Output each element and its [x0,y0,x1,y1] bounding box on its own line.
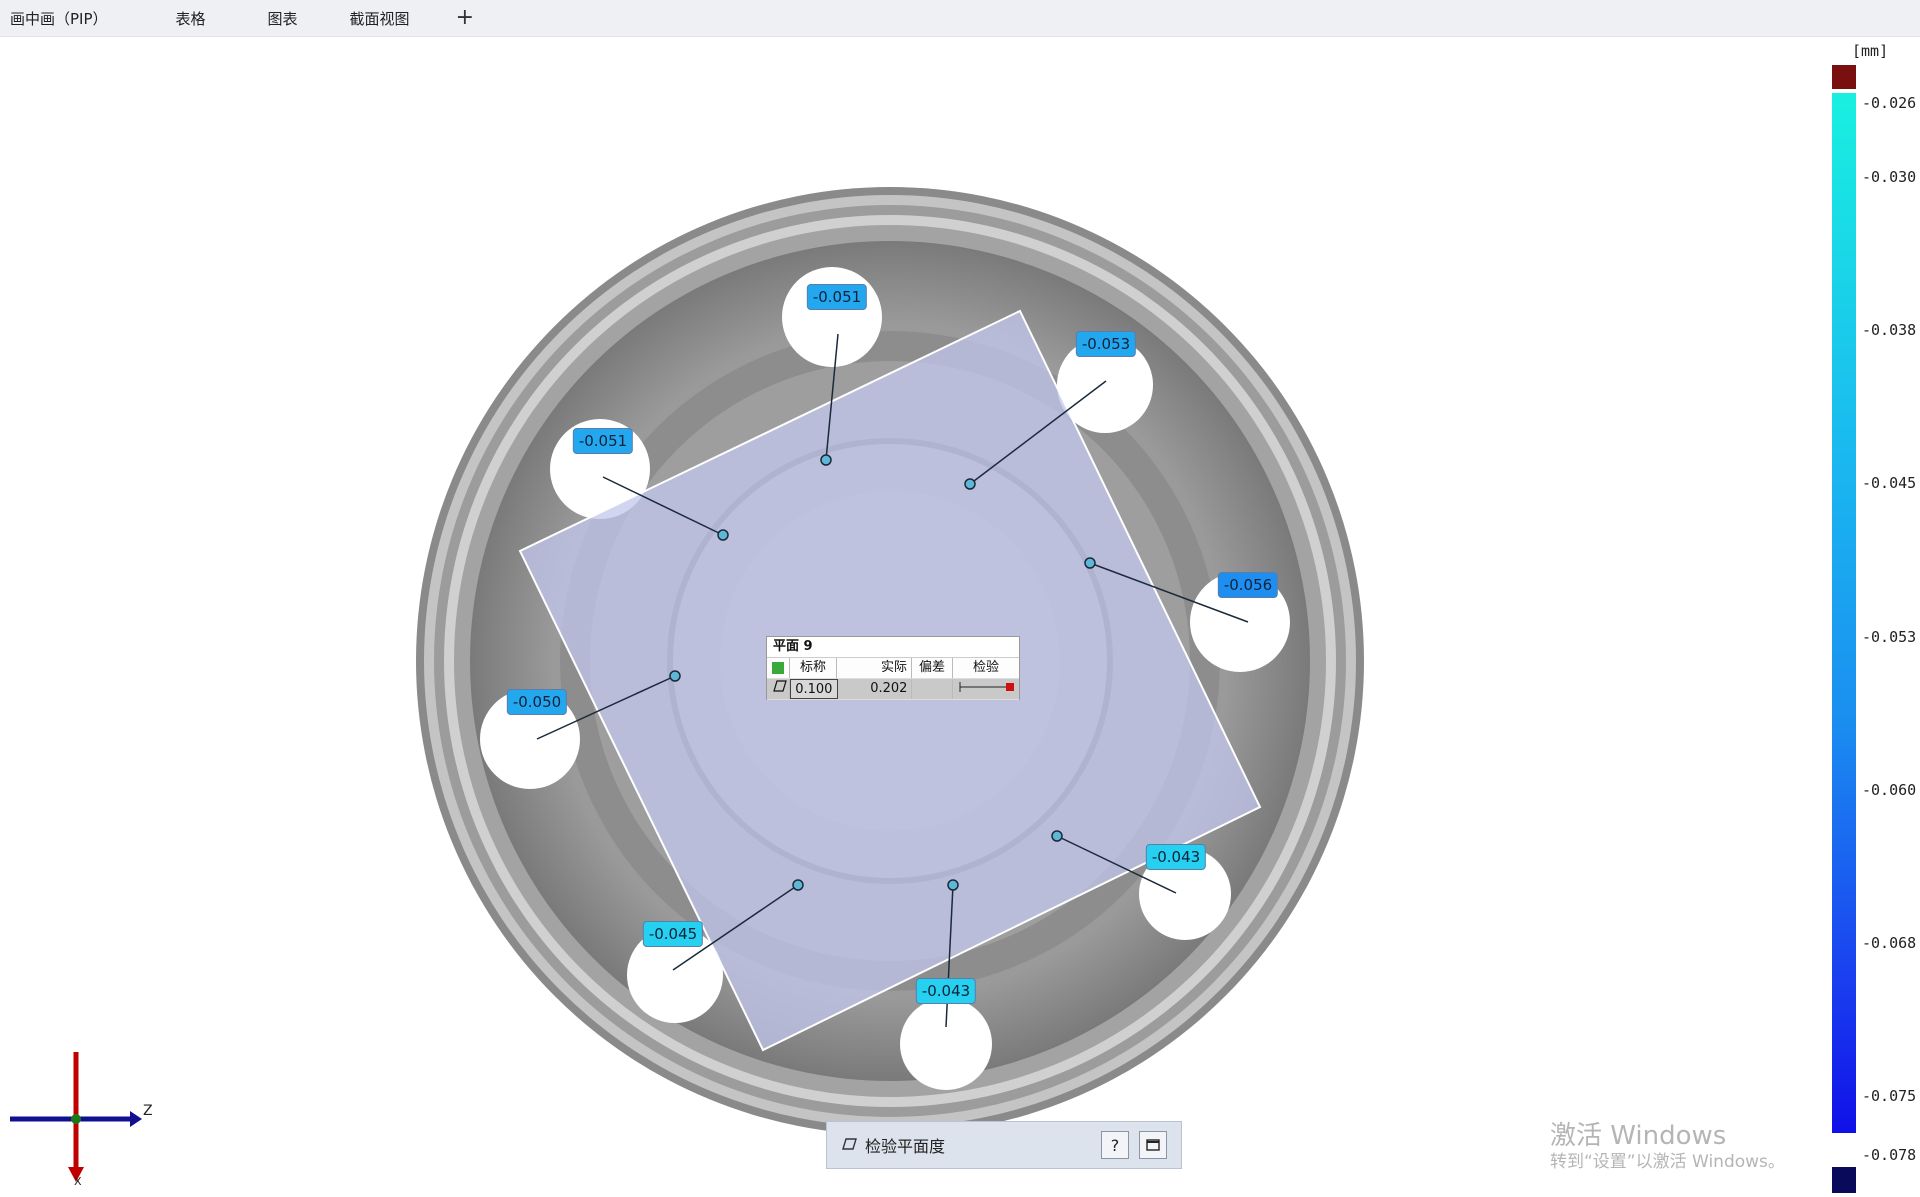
tab-section-view[interactable]: 截面视图 [340,0,450,36]
command-bar: 检验平面度 ? [826,1121,1182,1169]
actual-value: 0.202 [838,679,913,699]
restore-icon[interactable] [1139,1131,1167,1159]
col-actual: 实际 [837,658,912,678]
flatness-icon [839,1136,857,1155]
deviation-callout[interactable]: -0.043 [915,978,977,1004]
tab-table[interactable]: 表格 [166,0,258,36]
deviation-callout[interactable]: -0.056 [1217,572,1279,598]
legend-tick: -0.026 [1862,94,1917,112]
status-icon [767,658,790,678]
nominal-value: 0.100 [789,679,838,699]
axis-triad [10,1052,142,1182]
legend-tick: -0.060 [1862,781,1917,799]
x-axis-label: X [74,1175,82,1188]
tab-chart[interactable]: 图表 [258,0,340,36]
legend-tick: -0.038 [1862,321,1917,339]
tab-pip[interactable]: 画中画（PIP） [0,0,166,36]
deviation-callout[interactable]: -0.051 [572,428,634,454]
legend-tick: -0.053 [1862,628,1917,646]
legend-unit: [mm] [1852,42,1889,60]
deviation-callout[interactable]: -0.043 [1145,844,1207,870]
activation-watermark-subtitle: 转到“设置”以激活 Windows。 [1550,1152,1785,1172]
legend-tick: -0.068 [1862,934,1917,952]
flatness-symbol-icon [767,679,790,699]
col-check: 检验 [972,660,999,675]
3d-viewport[interactable]: -0.051 -0.053 -0.051 -0.056 -0.050 -0.04… [0,37,1920,1197]
legend-under-swatch [1832,1167,1856,1193]
help-button[interactable]: ? [1101,1131,1129,1159]
legend-color-bar [1832,93,1856,1133]
check-bar [953,679,1019,699]
legend-tick: -0.078 [1862,1146,1917,1164]
command-label: 检验平面度 [865,1137,946,1156]
deviation-callout[interactable]: -0.050 [506,689,568,715]
tab-bar: 画中画（PIP） 表格 图表 截面视图 + [0,0,1920,37]
legend-tick: -0.075 [1862,1087,1917,1105]
col-deviation: 偏差 [912,658,953,678]
z-axis-label: Z [143,1103,153,1119]
deviation-callout[interactable]: -0.045 [642,921,704,947]
feature-title: 平面 9 [767,637,1019,658]
table-header-row: 标称 实际 偏差 检验 [767,658,1019,679]
legend-tick: -0.030 [1862,168,1917,186]
col-nominal: 标称 [790,658,837,678]
add-tab-button[interactable]: + [450,0,480,36]
flatness-result-table[interactable]: 平面 9 标称 实际 偏差 检验 0.100 0.202 [766,636,1020,700]
legend-tick: -0.045 [1862,474,1917,492]
legend-over-swatch [1832,65,1856,89]
deviation-value [912,679,954,699]
table-row: 0.100 0.202 [767,679,1019,700]
deviation-callout[interactable]: -0.051 [806,284,868,310]
wheel-scene [10,65,1856,1193]
deviation-callout[interactable]: -0.053 [1075,331,1137,357]
